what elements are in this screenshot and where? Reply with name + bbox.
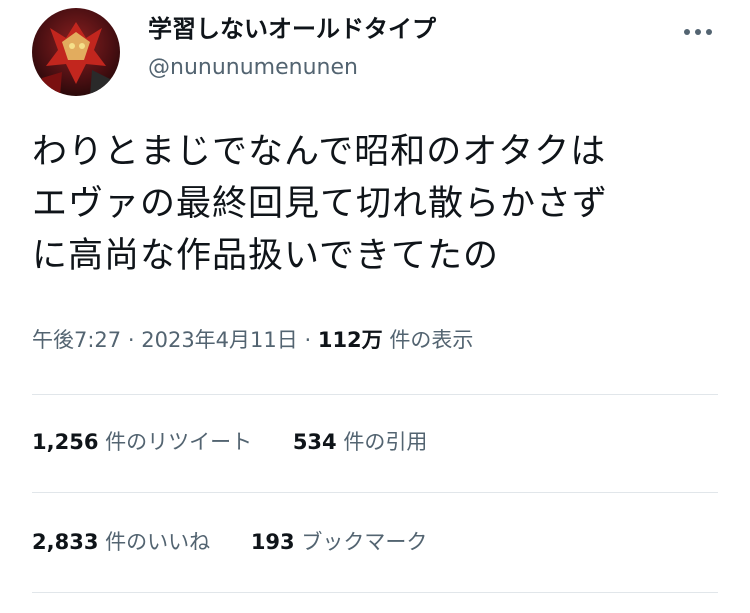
quotes-stat[interactable]: 534 件の引用 bbox=[293, 428, 428, 456]
stats-row-engagement: 2,833 件のいいね 193 ブックマーク bbox=[32, 528, 427, 556]
tweet-text: わりとまじでなんで昭和のオタクは エヴァの最終回見て切れ散らかさず に高尚な作品… bbox=[32, 126, 722, 282]
retweets-stat[interactable]: 1,256 件のリツイート bbox=[32, 428, 252, 456]
tweet-meta: 午後7:27 · 2023年4月11日 · 112万 件の表示 bbox=[32, 326, 473, 354]
tweet-time[interactable]: 午後7:27 bbox=[32, 328, 121, 352]
more-options-icon[interactable] bbox=[682, 22, 714, 42]
bookmarks-label: ブックマーク bbox=[301, 530, 428, 554]
stats-row-shares: 1,256 件のリツイート 534 件の引用 bbox=[32, 428, 427, 456]
tweet-detail: 学習しないオールドタイプ @nununumenunen わりとまじでなんで昭和の… bbox=[0, 0, 750, 613]
tweet-date[interactable]: 2023年4月11日 bbox=[141, 328, 298, 352]
divider bbox=[32, 394, 718, 395]
retweets-count: 1,256 bbox=[32, 430, 99, 454]
author-display-name[interactable]: 学習しないオールドタイプ bbox=[148, 14, 436, 44]
tweet-text-line: エヴァの最終回見て切れ散らかさず bbox=[32, 184, 609, 224]
likes-label: 件のいいね bbox=[105, 530, 211, 554]
author-handle[interactable]: @nununumenunen bbox=[148, 54, 358, 82]
likes-stat[interactable]: 2,833 件のいいね bbox=[32, 528, 210, 556]
tweet-text-line: に高尚な作品扱いできてたの bbox=[32, 236, 499, 276]
meta-separator: · bbox=[127, 328, 135, 352]
divider bbox=[32, 592, 718, 593]
retweets-label: 件のリツイート bbox=[105, 430, 253, 454]
quotes-count: 534 bbox=[292, 430, 337, 454]
bookmarks-stat[interactable]: 193 ブックマーク bbox=[251, 528, 428, 556]
avatar-image bbox=[32, 8, 120, 96]
views-count: 112万 bbox=[317, 328, 383, 352]
bookmarks-count: 193 bbox=[250, 530, 295, 554]
likes-count: 2,833 bbox=[32, 530, 99, 554]
avatar[interactable] bbox=[32, 8, 120, 96]
views-label: 件の表示 bbox=[389, 328, 474, 352]
divider bbox=[32, 492, 718, 493]
tweet-text-line: わりとまじでなんで昭和のオタクは bbox=[32, 132, 607, 172]
meta-separator: · bbox=[304, 328, 312, 352]
quotes-label: 件の引用 bbox=[343, 430, 428, 454]
